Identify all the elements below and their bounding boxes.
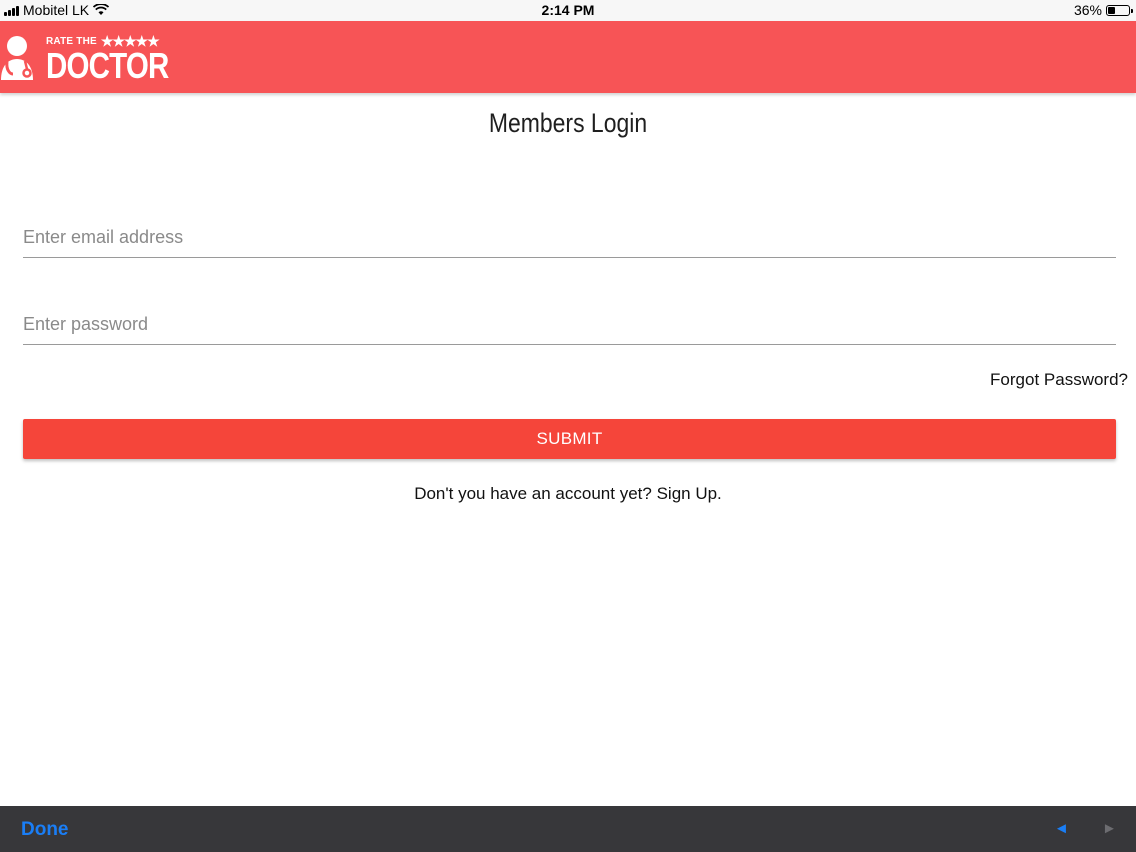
logo[interactable]: RATE THE ★★★★★ DOCTOR	[0, 27, 195, 87]
email-field[interactable]	[23, 217, 1116, 258]
next-field-icon[interactable]: ►	[1102, 820, 1117, 837]
battery-percent: 36%	[1073, 2, 1102, 18]
submit-button[interactable]: SUBMIT	[23, 419, 1116, 459]
status-time: 2:14 PM	[541, 2, 595, 18]
logo-big-text: DOCTOR	[46, 44, 169, 86]
logo-text: RATE THE ★★★★★ DOCTOR	[46, 33, 195, 86]
previous-field-icon[interactable]: ◄	[1054, 820, 1069, 837]
status-bar: Mobitel LK 2:14 PM 36%	[0, 0, 1136, 21]
battery-level	[1108, 6, 1116, 14]
forgot-password-link[interactable]: Forgot Password?	[990, 370, 1128, 390]
signup-prompt-text: Don't you have an account yet?	[414, 484, 652, 503]
battery-icon	[1106, 4, 1133, 16]
password-field[interactable]	[23, 304, 1116, 345]
doctor-icon	[1, 36, 33, 80]
signup-prompt: Don't you have an account yet? Sign Up.	[0, 484, 1136, 504]
keyboard-toolbar: Done ◄ ►	[0, 806, 1136, 852]
page-title: Members Login	[488, 108, 648, 138]
done-button[interactable]: Done	[21, 819, 69, 841]
sign-up-link[interactable]: Sign Up.	[657, 484, 722, 503]
app-header: RATE THE ★★★★★ DOCTOR	[0, 21, 1136, 93]
status-right: 36%	[1073, 2, 1133, 18]
